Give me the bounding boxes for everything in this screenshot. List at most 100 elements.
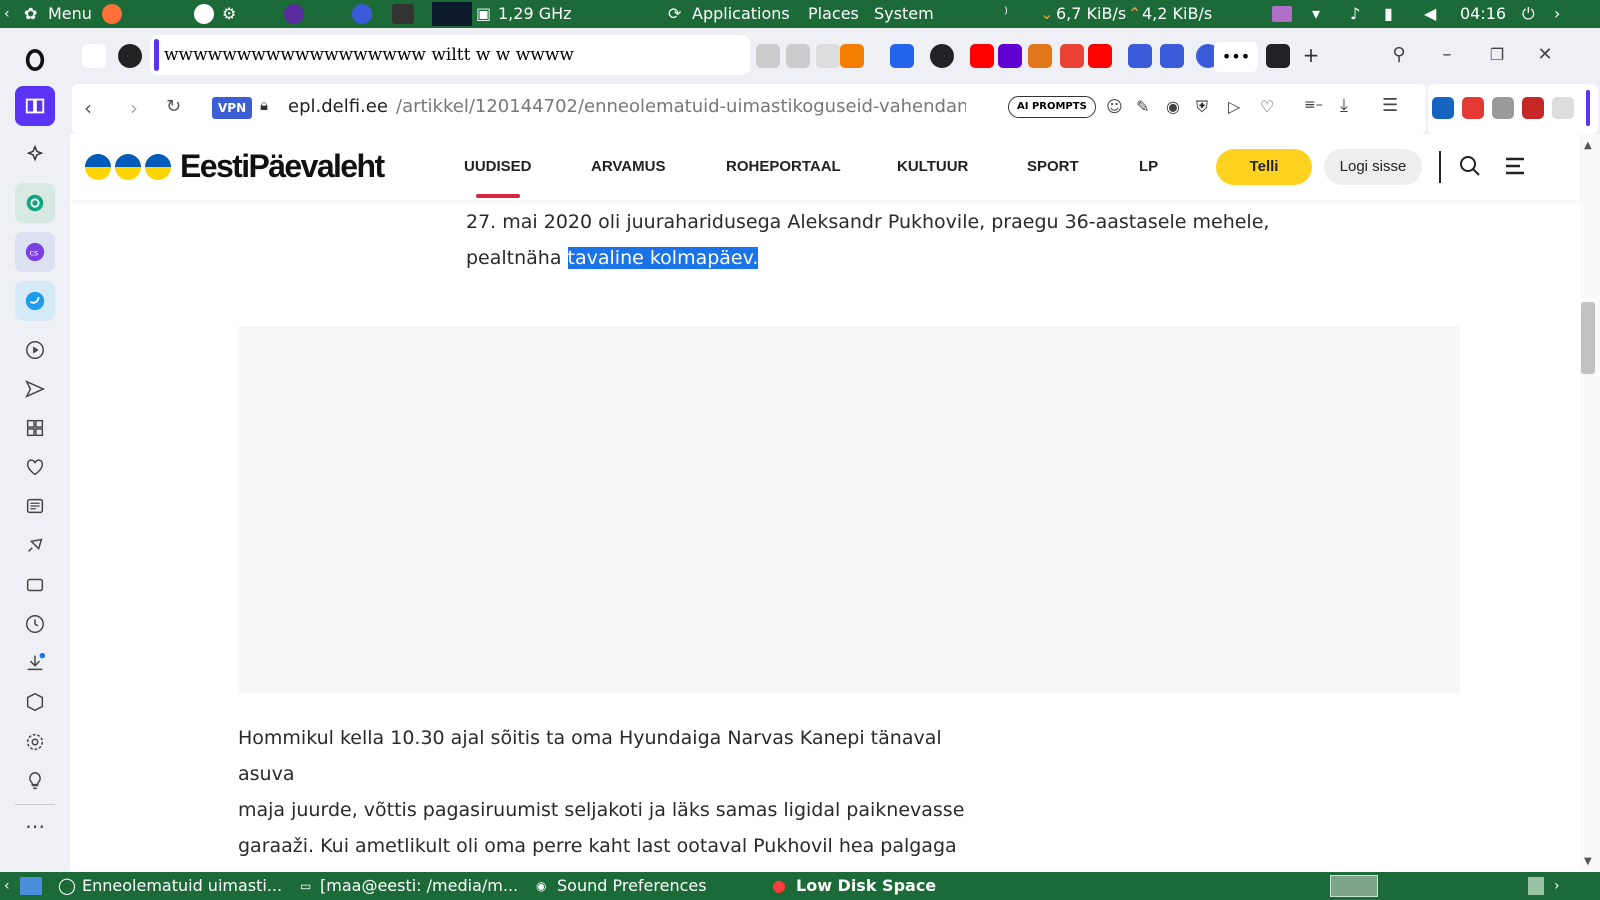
history-icon[interactable] [15, 604, 55, 644]
login-button[interactable]: Logi sisse [1324, 149, 1422, 185]
page-scrollbar[interactable]: ▲ ▼ [1580, 134, 1600, 872]
taskbar-scroll-right-icon[interactable]: › [1554, 872, 1560, 900]
accessibility-icon[interactable] [194, 4, 214, 24]
vivaldi-extension-icon[interactable] [1432, 97, 1454, 119]
podcast-icon[interactable] [284, 4, 304, 24]
battery-icon[interactable]: ▮ [1384, 0, 1393, 28]
opera-logo-icon[interactable] [15, 40, 55, 80]
pinboard-icon[interactable] [15, 525, 55, 565]
nav-lp[interactable]: LP [1139, 134, 1158, 200]
site-logo[interactable]: EestiPäevaleht [180, 148, 385, 185]
nist-tab-icon-2[interactable] [786, 44, 810, 68]
twitter-icon[interactable] [15, 281, 55, 321]
nav-arvamus[interactable]: ARVAMUS [591, 134, 665, 200]
player-icon[interactable] [15, 330, 55, 370]
forward-button-icon[interactable]: › [130, 96, 138, 120]
menu-button[interactable]: Menu [48, 0, 92, 28]
audio-visualizer-icon[interactable] [1272, 6, 1292, 22]
scrollbar-thumb[interactable] [1581, 302, 1595, 374]
ai-sparkle-icon[interactable] [15, 135, 55, 175]
subscribe-button[interactable]: Telli [1216, 149, 1312, 185]
battery-saver-icon[interactable]: ≡– [1304, 97, 1323, 113]
restore-window-icon[interactable]: ❐ [1482, 40, 1512, 70]
metamask-tab-icon[interactable] [1028, 44, 1052, 68]
yahoo-tab-icon[interactable] [998, 44, 1022, 68]
minimize-window-icon[interactable]: – [1432, 40, 1462, 70]
ai-prompts-button[interactable]: AI PROMPTS [1008, 96, 1096, 118]
trash-icon[interactable] [1528, 877, 1544, 895]
stack-tab-icon[interactable] [890, 44, 914, 68]
calendar-extension-icon[interactable] [1522, 97, 1544, 119]
reader-workspace-icon[interactable] [15, 86, 55, 126]
taskbar-item-browser[interactable]: Enneolematuid uimasti... [82, 872, 282, 900]
translate-extension-icon[interactable] [1462, 97, 1484, 119]
volume-icon[interactable]: ◀ [1424, 0, 1436, 28]
uhv-tab-icon[interactable] [930, 44, 954, 68]
settings-cogs-icon[interactable]: ⚙ [222, 0, 236, 28]
cube-extension-icon[interactable] [1552, 97, 1574, 119]
blogger-tab-icon[interactable] [840, 44, 864, 68]
news-icon[interactable] [15, 486, 55, 526]
nav-sport[interactable]: SPORT [1027, 134, 1079, 200]
panel-scroll-right-icon[interactable]: › [1554, 0, 1560, 28]
url-path[interactable]: /artikkel/120144702/enneolematuid-uimast… [396, 96, 966, 117]
shield-icon[interactable]: ⛨ [1196, 97, 1208, 117]
places-menu[interactable]: Places [808, 0, 859, 28]
heart-icon[interactable] [15, 447, 55, 487]
emoji-icon[interactable]: ☺ [1106, 97, 1123, 116]
museum-tab-icon[interactable] [1266, 44, 1290, 68]
wifi-icon[interactable]: ▾ [1312, 0, 1320, 28]
scroll-up-arrow-icon[interactable]: ▲ [1584, 140, 1592, 151]
hamburger-menu-icon[interactable] [1504, 155, 1526, 181]
youtube-tab-icon[interactable] [970, 44, 994, 68]
vivaldi-tab-icon[interactable] [82, 44, 106, 68]
chatgpt-icon[interactable] [15, 183, 55, 223]
workspace-switcher[interactable] [1330, 875, 1378, 897]
panel-scroll-left-icon[interactable]: ‹ [4, 0, 10, 28]
nav-uudised[interactable]: UUDISED [464, 134, 532, 200]
nav-kultuur[interactable]: KULTUUR [897, 134, 968, 200]
back-button-icon[interactable]: ‹ [84, 96, 92, 120]
more-options-icon[interactable]: ⋯ [15, 806, 55, 846]
applications-menu[interactable]: Applications [692, 0, 790, 28]
tabs-icon[interactable] [15, 565, 55, 605]
puzzle-extension-icon[interactable] [1492, 97, 1514, 119]
taskbar-item-sound-preferences[interactable]: Sound Preferences [557, 872, 707, 900]
scroll-down-arrow-icon[interactable]: ▼ [1584, 856, 1592, 867]
speed-dial-icon[interactable] [15, 408, 55, 448]
document-tab-icon[interactable] [816, 44, 840, 68]
github-tab-icon[interactable] [118, 44, 142, 68]
taskbar-item-terminal[interactable]: [maa@eesti: /media/m... [320, 872, 518, 900]
d-tab-icon-2[interactable] [1160, 44, 1184, 68]
site-search-icon[interactable] [1458, 154, 1482, 182]
system-menu[interactable]: System [874, 0, 934, 28]
delfi-tab[interactable]: ••• [1214, 42, 1258, 72]
taskbar-scroll-left-icon[interactable]: ‹ [4, 872, 10, 900]
lightbulb-icon[interactable] [15, 761, 55, 801]
close-window-icon[interactable]: ✕ [1530, 40, 1560, 70]
download-toolbar-icon[interactable]: ⤓ [1340, 95, 1348, 116]
firefox-icon[interactable] [102, 4, 122, 24]
d-tab-icon[interactable] [1128, 44, 1152, 68]
clock[interactable]: 04:16 [1460, 0, 1506, 28]
reload-button-icon[interactable]: ↻ [166, 96, 181, 117]
bookmark-heart-icon[interactable]: ♡ [1260, 97, 1274, 116]
new-tab-plus-icon[interactable]: + [1298, 42, 1324, 68]
selected-text-highlight[interactable]: tavaline kolmapäev. [567, 247, 759, 269]
youtube-tab-icon-2[interactable] [1088, 44, 1112, 68]
share-send-icon[interactable]: ▷ [1228, 97, 1240, 116]
easy-setup-icon[interactable]: ☰ [1382, 95, 1398, 116]
active-tab[interactable]: wwwwwwwwwwwwwwwwww wiltt w w wwww [150, 35, 750, 75]
nist-tab-icon[interactable] [756, 44, 780, 68]
vpn-badge[interactable]: VPN [212, 97, 253, 119]
gmail-tab-icon[interactable] [1060, 44, 1084, 68]
opera-icon[interactable] [352, 4, 372, 24]
show-desktop-icon[interactable] [20, 877, 42, 895]
nav-roheportaal[interactable]: ROHEPORTAAL [726, 134, 841, 200]
chatsonic-icon[interactable]: cs [15, 232, 55, 272]
edit-icon[interactable]: ✎ [1136, 97, 1149, 116]
url-domain[interactable]: epl.delfi.ee [288, 96, 388, 117]
power-icon[interactable]: ⏻ [1522, 0, 1535, 28]
terminal-icon[interactable] [392, 4, 414, 24]
tab-search-icon[interactable]: ⚲ [1384, 40, 1414, 70]
